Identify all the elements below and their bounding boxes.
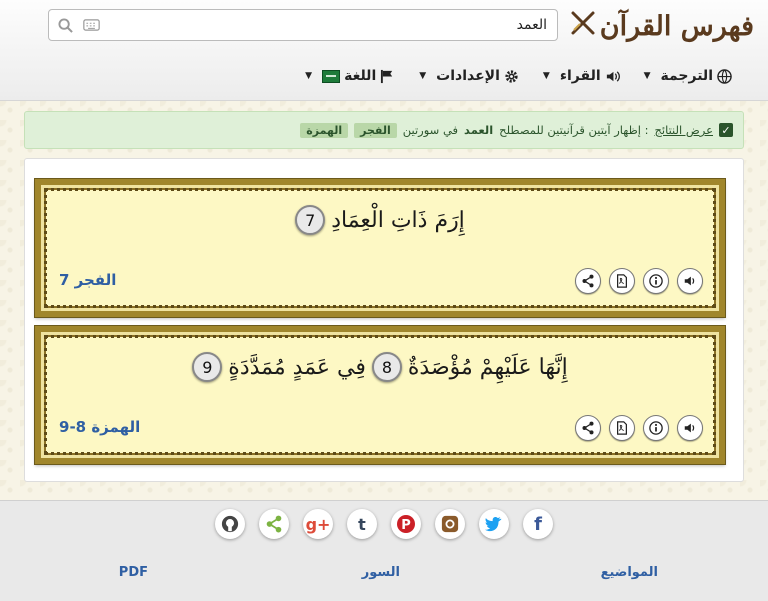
keyboard-icon[interactable] (81, 15, 101, 35)
alert-text-before: : إظهار آيتين قرآنيتين للمصطلح (499, 123, 649, 137)
verse-reference[interactable]: الفجر 7 (59, 271, 116, 289)
verse-reference[interactable]: الهمزة 8-9 (59, 418, 140, 436)
verse-part: إِرَمَ ذَاتِ الْعِمَادِ (331, 207, 465, 233)
verse-part: فِي عَمَدٍ مُمَدَّدَةٍ (228, 354, 366, 380)
info-icon (649, 274, 663, 288)
gear-icon (505, 69, 518, 83)
github-icon[interactable] (215, 509, 245, 539)
header: فهرس القرآن الترجمة ▼ القراء ▼ الإعدادات… (0, 0, 768, 101)
verse-actions (575, 268, 703, 294)
verse-part: إِنَّهَا عَلَيْهِمْ مُؤْصَدَةٌ (407, 354, 568, 380)
search-icon[interactable] (55, 15, 75, 35)
chevron-down-icon: ▼ (419, 71, 427, 81)
results-panel: إِرَمَ ذَاتِ الْعِمَادِ 7 الفجر 7 إِنَّه… (24, 158, 744, 482)
search-input[interactable] (101, 11, 557, 39)
search-box (48, 9, 558, 41)
pdf-icon (617, 274, 627, 288)
info-button[interactable] (643, 268, 669, 294)
volume-icon (684, 276, 695, 286)
verse-text: إِنَّهَا عَلَيْهِمْ مُؤْصَدَةٌ 8 فِي عَم… (41, 352, 719, 382)
nav-translation-label: الترجمة (660, 68, 713, 84)
facebook-icon[interactable]: f (523, 509, 553, 539)
footer-link-topics[interactable]: المواضيع (601, 565, 658, 580)
nav-reciters-label: القراء (559, 68, 601, 84)
footer-link-pdf[interactable]: PDF (119, 565, 148, 580)
share-icon (582, 274, 594, 288)
share-button[interactable] (575, 268, 601, 294)
verse-number: 7 (295, 205, 326, 235)
flag-icon (381, 69, 393, 83)
globe-icon (717, 68, 732, 84)
instagram-icon[interactable] (435, 509, 465, 539)
share-icon (582, 421, 594, 435)
social-links: g+ t P f (215, 509, 553, 539)
site-logo[interactable]: فهرس القرآن (570, 6, 754, 46)
chevron-down-icon: ▼ (643, 71, 651, 81)
saudi-flag-icon (322, 69, 341, 83)
verse-actions (575, 415, 703, 441)
share-icon[interactable] (259, 509, 289, 539)
play-audio-button[interactable] (677, 268, 703, 294)
nav-translation[interactable]: الترجمة ▼ (644, 68, 732, 84)
verse-number: 8 (371, 352, 402, 382)
google-plus-icon[interactable]: g+ (303, 509, 333, 539)
share-button[interactable] (575, 415, 601, 441)
chevron-down-icon: ▼ (542, 71, 550, 81)
surah-tag[interactable]: الفجر (354, 122, 397, 138)
info-button[interactable] (643, 415, 669, 441)
surah-tag[interactable]: الهمزة (300, 122, 349, 138)
nav-language[interactable]: اللغة ▼ (305, 68, 395, 84)
pinterest-icon[interactable]: P (391, 509, 421, 539)
quill-icon (570, 10, 596, 43)
nav-settings[interactable]: الإعدادات ▼ (419, 68, 519, 84)
pdf-button[interactable] (609, 415, 635, 441)
tumblr-icon[interactable]: t (347, 509, 377, 539)
nav-settings-label: الإعدادات (436, 68, 500, 84)
verse-number: 9 (192, 352, 223, 382)
footer-link-surahs[interactable]: السور (362, 565, 400, 580)
pdf-button[interactable] (609, 268, 635, 294)
chevron-down-icon: ▼ (305, 71, 313, 81)
nav-language-label: اللغة (344, 68, 377, 84)
svg-text:P: P (401, 518, 411, 533)
play-audio-button[interactable] (677, 415, 703, 441)
alert-text-after: في سورتين (402, 123, 459, 137)
info-icon (649, 421, 663, 435)
alert-term: العمد (464, 123, 494, 137)
verse-text: إِرَمَ ذَاتِ الْعِمَادِ 7 (41, 205, 719, 235)
verse-card: إِنَّهَا عَلَيْهِمْ مُؤْصَدَةٌ 8 فِي عَم… (34, 325, 726, 465)
volume-icon (684, 423, 695, 433)
volume-icon (606, 70, 620, 82)
logo-text: فهرس القرآن (599, 10, 754, 42)
check-square-icon: ✓ (719, 123, 733, 137)
nav-reciters[interactable]: القراء ▼ (543, 68, 620, 84)
verse-card: إِرَمَ ذَاتِ الْعِمَادِ 7 الفجر 7 (34, 178, 726, 318)
alert-prefix[interactable]: عرض النتائج (654, 123, 713, 137)
results-alert: ✓ عرض النتائج : إظهار آيتين قرآنيتين للم… (24, 111, 744, 149)
pdf-icon (617, 421, 627, 435)
twitter-icon[interactable] (479, 509, 509, 539)
main-nav: الترجمة ▼ القراء ▼ الإعدادات ▼ اللغة ▼ (305, 64, 732, 88)
footer: g+ t P f المواضيع السور PDF (0, 500, 768, 601)
